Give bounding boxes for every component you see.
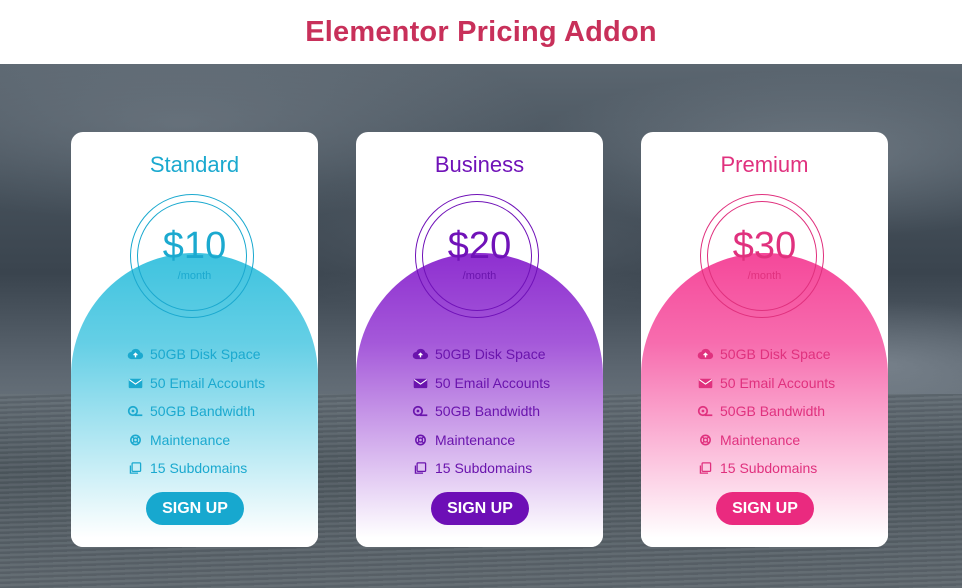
plan-period: /month xyxy=(462,270,497,282)
envelope-icon xyxy=(698,378,713,388)
feature-subdomains: 15 Subdomains xyxy=(412,454,592,483)
plan-price: $30 xyxy=(732,225,797,267)
pricing-card-standard: Standard $10 /month 50GB Disk Space 50 E… xyxy=(71,132,318,547)
lifebuoy-icon xyxy=(130,434,141,446)
feature-subdomains: 15 Subdomains xyxy=(127,454,307,483)
copy-icon xyxy=(129,462,142,474)
feature-maintenance: Maintenance xyxy=(127,426,307,455)
copy-icon xyxy=(699,462,712,474)
cloud-upload-icon xyxy=(697,349,714,360)
hdd-icon xyxy=(412,406,428,417)
plan-period: /month xyxy=(177,270,212,282)
plan-price: $10 xyxy=(162,225,227,267)
envelope-icon xyxy=(128,378,143,388)
feature-label: 15 Subdomains xyxy=(435,460,533,477)
plan-name: Business xyxy=(434,152,525,177)
feature-label: Maintenance xyxy=(720,431,801,448)
feature-maintenance: Maintenance xyxy=(412,426,592,455)
copy-icon xyxy=(414,462,427,474)
page-title: Elementor Pricing Addon xyxy=(305,15,657,48)
feature-email-accounts: 50 Email Accounts xyxy=(127,369,307,398)
feature-label: 15 Subdomains xyxy=(720,460,818,477)
plan-name: Premium xyxy=(720,152,809,177)
feature-label: 50GB Disk Space xyxy=(150,346,261,363)
cloud-upload-icon xyxy=(412,349,429,360)
feature-list: 50GB Disk Space 50 Email Accounts 50GB B… xyxy=(697,340,877,483)
feature-subdomains: 15 Subdomains xyxy=(697,454,877,483)
pricing-card-business: Business $20 /month 50GB Disk Space 50 E… xyxy=(356,132,603,547)
feature-email-accounts: 50 Email Accounts xyxy=(697,369,877,398)
feature-label: 50GB Bandwidth xyxy=(150,403,256,420)
page-header: Elementor Pricing Addon xyxy=(0,0,962,64)
hdd-icon xyxy=(697,406,713,417)
feature-list: 50GB Disk Space 50 Email Accounts 50GB B… xyxy=(412,340,592,483)
feature-disk-space: 50GB Disk Space xyxy=(697,340,877,369)
feature-maintenance: Maintenance xyxy=(697,426,877,455)
cloud-upload-icon xyxy=(127,349,144,360)
feature-bandwidth: 50GB Bandwidth xyxy=(127,397,307,426)
feature-label: 50 Email Accounts xyxy=(720,374,836,391)
feature-label: 15 Subdomains xyxy=(150,460,248,477)
feature-label: 50GB Bandwidth xyxy=(720,403,826,420)
feature-label: 50GB Disk Space xyxy=(720,346,831,363)
feature-disk-space: 50GB Disk Space xyxy=(412,340,592,369)
feature-email-accounts: 50 Email Accounts xyxy=(412,369,592,398)
feature-list: 50GB Disk Space 50 Email Accounts 50GB B… xyxy=(127,340,307,483)
feature-label: Maintenance xyxy=(150,431,231,448)
feature-disk-space: 50GB Disk Space xyxy=(127,340,307,369)
plan-name: Standard xyxy=(149,152,240,177)
feature-label: 50GB Bandwidth xyxy=(435,403,541,420)
plan-price: $20 xyxy=(447,225,512,267)
feature-bandwidth: 50GB Bandwidth xyxy=(697,397,877,426)
feature-bandwidth: 50GB Bandwidth xyxy=(412,397,592,426)
sign-up-button[interactable]: SIGN UP xyxy=(146,492,244,525)
feature-label: 50GB Disk Space xyxy=(435,346,546,363)
feature-label: 50 Email Accounts xyxy=(150,374,266,391)
lifebuoy-icon xyxy=(415,434,426,446)
hdd-icon xyxy=(127,406,143,417)
envelope-icon xyxy=(413,378,428,388)
feature-label: Maintenance xyxy=(435,431,516,448)
feature-label: 50 Email Accounts xyxy=(435,374,551,391)
sign-up-button[interactable]: SIGN UP xyxy=(431,492,529,525)
stormy-background: Standard $10 /month 50GB Disk Space 50 E… xyxy=(0,64,962,588)
sign-up-button[interactable]: SIGN UP xyxy=(716,492,814,525)
lifebuoy-icon xyxy=(700,434,711,446)
pricing-card-premium: Premium $30 /month 50GB Disk Space 50 Em… xyxy=(641,132,888,547)
plan-period: /month xyxy=(747,270,782,282)
